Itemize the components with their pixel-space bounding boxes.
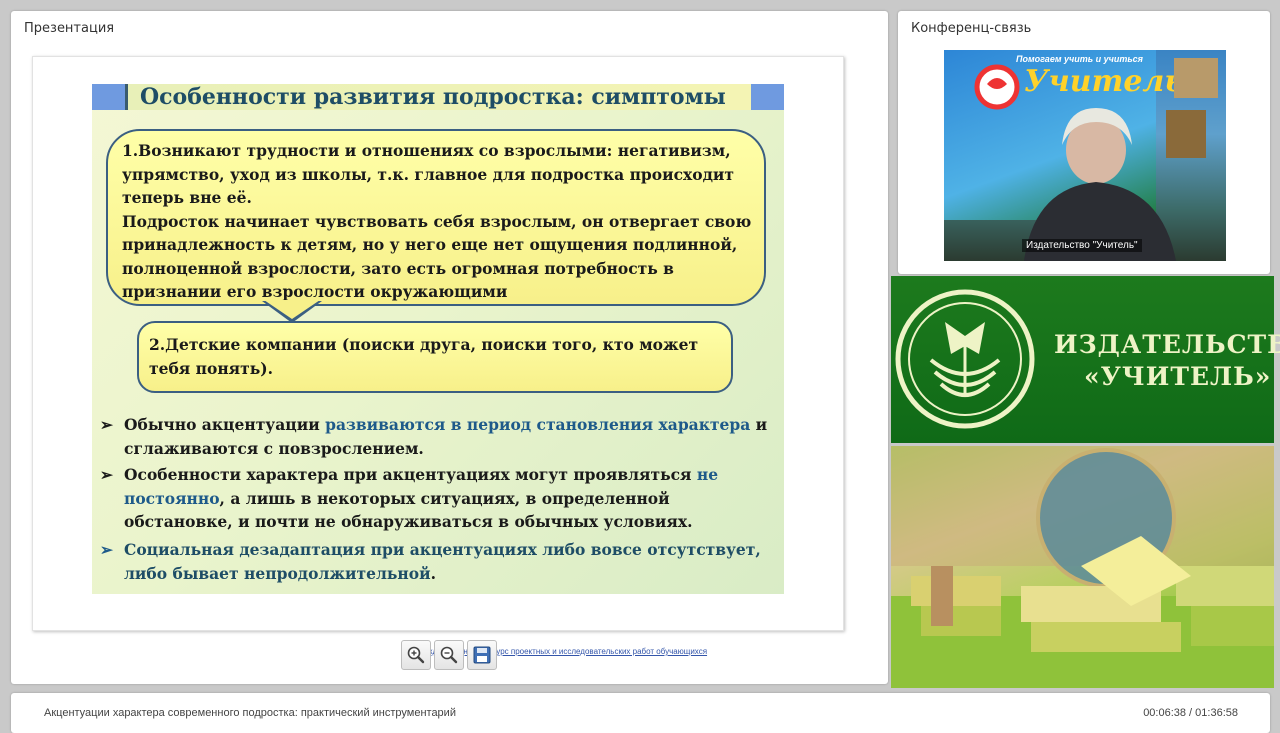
save-button[interactable] bbox=[467, 640, 497, 670]
callout-tail-fill bbox=[264, 300, 320, 319]
bubble-1-paragraph-1: 1.Возникают трудности и отношениях со вз… bbox=[122, 141, 735, 207]
zoom-out-button[interactable] bbox=[434, 640, 464, 670]
zoom-in-button[interactable] bbox=[401, 640, 431, 670]
bullet-3-text: Социальная дезадаптация при акцентуациях… bbox=[124, 540, 761, 583]
slide-title: Особенности развития подростка: симптомы bbox=[140, 84, 726, 110]
bullet-2-text: Особенности характера при акцентуациях м… bbox=[124, 465, 697, 484]
bullet-1-text: Обычно акцентуации bbox=[124, 415, 326, 434]
slide-frame: Особенности развития подростка: симптомы… bbox=[32, 56, 844, 656]
callout-bubble-1: 1.Возникают трудности и отношениях со вз… bbox=[106, 129, 766, 306]
bottom-status-bar: Акцентуации характера современного подро… bbox=[11, 693, 1270, 733]
conference-panel-title: Конференц-связь bbox=[911, 21, 1032, 36]
arrow-bullet-icon: ➢ bbox=[100, 415, 113, 434]
presentation-panel: Презентация Особенности развития подрост… bbox=[11, 11, 888, 684]
brand-name-line-1: ИЗДАТЕЛЬСТВО bbox=[1054, 330, 1280, 359]
bullet-1-highlight: развиваются в период становления характе… bbox=[325, 415, 751, 434]
floppy-disk-icon bbox=[473, 646, 491, 664]
webcam-video[interactable]: Помогаем учить и учиться Учитель Издател… bbox=[944, 50, 1226, 261]
presentation-panel-title: Презентация bbox=[24, 21, 115, 36]
publisher-emblem-icon bbox=[895, 289, 1035, 429]
arrow-bullet-icon: ➢ bbox=[100, 540, 113, 559]
publisher-banner: ИЗДАТЕЛЬСТВО «УЧИТЕЛЬ» bbox=[891, 276, 1280, 443]
books-globe-image bbox=[891, 446, 1274, 688]
conference-panel: Конференц-связь Помогаем учить и учиться… bbox=[898, 11, 1270, 274]
bubble-1-paragraph-2: Подросток начинает чувствовать себя взро… bbox=[122, 211, 752, 302]
slide-header: Особенности развития подростка: симптомы bbox=[92, 84, 784, 110]
slide: Особенности развития подростка: симптомы… bbox=[92, 84, 784, 594]
bubble-2-text: 2.Детские компании (поиски друга, поиски… bbox=[149, 335, 699, 378]
participant-name-tag: Издательство "Учитель" bbox=[1022, 239, 1142, 252]
callout-bubble-2: 2.Детские компании (поиски друга, поиски… bbox=[137, 321, 733, 393]
bullet-3-text-end: . bbox=[430, 563, 437, 583]
playback-timer: 00:06:38 / 01:36:58 bbox=[1143, 707, 1238, 719]
presenter-silhouette bbox=[1024, 58, 1218, 261]
arrow-bullet-icon: ➢ bbox=[100, 465, 113, 484]
webinar-title: Акцентуации характера современного подро… bbox=[44, 707, 456, 719]
brand-name-line-2: «УЧИТЕЛЬ» bbox=[1084, 362, 1272, 391]
magnifier-minus-icon bbox=[440, 646, 458, 664]
magnifier-plus-icon bbox=[407, 646, 425, 664]
slide-header-band: Особенности развития подростка: симптомы bbox=[125, 84, 751, 110]
books-globe-illustration bbox=[891, 446, 1274, 688]
